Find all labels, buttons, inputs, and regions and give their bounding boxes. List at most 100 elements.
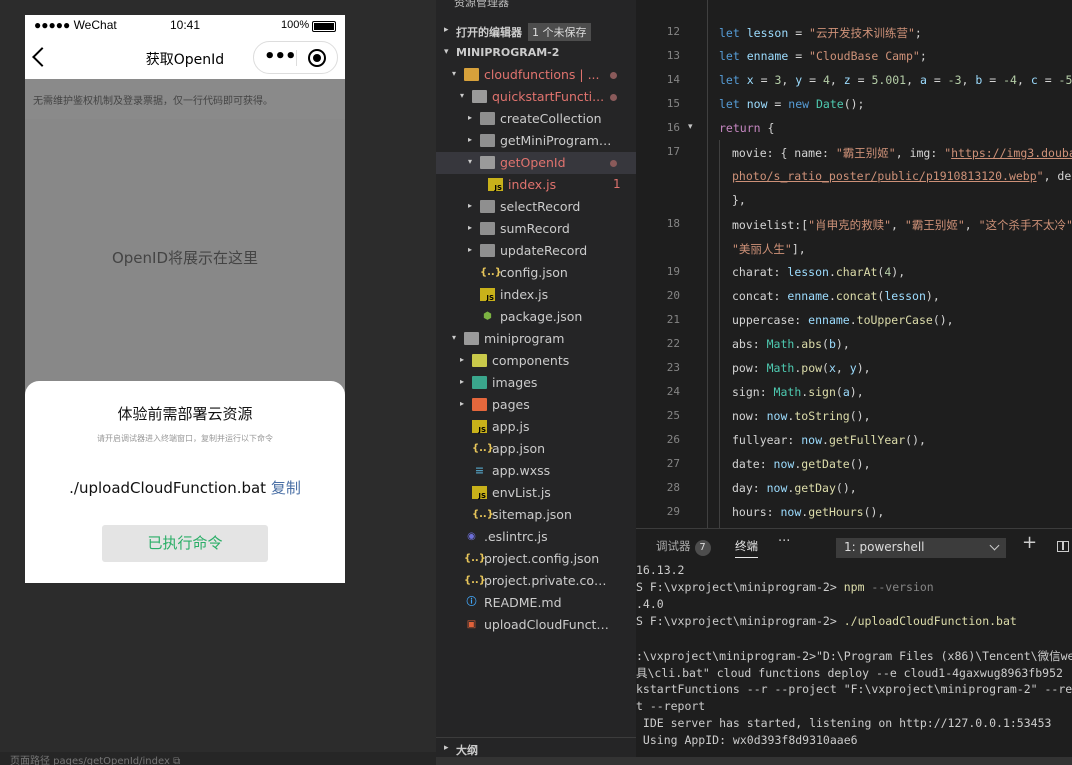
tree-item[interactable]: ▸ updateRecord (436, 240, 636, 262)
tree-item[interactable]: {..} app.json (436, 438, 636, 460)
project-section[interactable]: ▾ MINIPROGRAM-2 (436, 42, 636, 64)
modified-dot-icon (610, 72, 617, 79)
tree-item[interactable]: ◉ .eslintrc.js (436, 526, 636, 548)
tree-item[interactable]: JS app.js (436, 416, 636, 438)
tree-item-label: .eslintrc.js (484, 529, 548, 544)
tree-item[interactable]: {..} project.config.json (436, 548, 636, 570)
simulator-bottom-bar: 页面路径 pages/getOpenId/index ⧉ (0, 752, 436, 765)
code-text: movielist:["肖申克的救赎", "霸王别姬", "这个杀手不太冷" (732, 218, 1072, 232)
code-text: date: now.getDate(), (732, 457, 871, 471)
json-file-icon: {..} (464, 575, 486, 586)
tree-item[interactable]: ▾ quickstartFuncti... (436, 86, 636, 108)
tree-item[interactable]: {..}project.private.config.js... (436, 570, 636, 592)
tree-item-label: sitemap.json (492, 507, 572, 522)
tree-item-label: envList.js (492, 485, 551, 500)
code-line: 19 charat: lesson.charAt(4), (636, 260, 1072, 284)
clock: 10:41 (170, 18, 201, 32)
pages-folder-icon (472, 398, 487, 411)
images-folder-icon (472, 376, 487, 389)
executed-command-button[interactable]: 已执行命令 (102, 525, 268, 562)
outline-section[interactable]: ▸ 大纲 (436, 737, 636, 759)
chevron-right-icon: ▸ (468, 245, 473, 254)
tree-item-label: project.config.json (484, 551, 600, 566)
terminal-line: S F:\vxproject\miniprogram-2> ./uploadCl… (636, 614, 1017, 628)
code-text: hours: now.getHours(), (732, 505, 885, 519)
tree-item[interactable]: JS index.js 1 (436, 174, 636, 196)
chevron-right-icon: ▸ (460, 377, 465, 386)
project-label: MINIPROGRAM-2 (456, 46, 560, 59)
json-file-icon: {..} (464, 553, 486, 564)
package-icon: ⬢ (483, 311, 492, 322)
tree-item-label: getOpenId (500, 155, 566, 170)
code-text: return { (719, 121, 775, 135)
tree-item[interactable]: ▸ images (436, 372, 636, 394)
folder-icon (480, 134, 495, 147)
tree-item-label: cloudfunctions | ... (484, 67, 600, 82)
code-editor[interactable]: ▾ 12 let lesson = "云开发技术训练营"; 13 let enname… (636, 0, 1072, 528)
simulator-panel: ●●●●● WeChat 10:41 100% 获取OpenId ••• 无需维… (0, 0, 436, 765)
tree-item[interactable]: {..} config.json (436, 262, 636, 284)
tree-item-label: miniprogram (484, 331, 565, 346)
tree-item[interactable]: ▸ getMiniProgramCode (436, 130, 636, 152)
code-line: 13 let enname = "CloudBase Camp"; (636, 44, 1072, 68)
tree-item[interactable]: JS envList.js (436, 482, 636, 504)
tree-item[interactable]: JS index.js (436, 284, 636, 306)
tree-item[interactable]: ⓘ README.md (436, 592, 636, 614)
line-number: 20 (666, 289, 680, 302)
tree-item-label: components (492, 353, 570, 368)
line-number: 16 (666, 121, 680, 134)
tree-item[interactable]: ▣ uploadCloudFunction.... (436, 614, 636, 636)
terminal-text: S F:\vxproject\miniprogram-2> (636, 614, 844, 628)
code-text: let now = new Date(); (719, 97, 865, 111)
split-terminal-icon[interactable] (1057, 541, 1069, 552)
terminal-text: S F:\vxproject\miniprogram-2> (636, 580, 844, 594)
line-number: 19 (666, 265, 680, 278)
tab-debugger[interactable]: 调试器 7 (656, 538, 711, 556)
tree-item[interactable]: ▸ components (436, 350, 636, 372)
code-line: 23 pow: Math.pow(x, y), (636, 356, 1072, 380)
code-text: now: now.toString(), (732, 409, 871, 423)
more-dots-icon[interactable]: ••• (264, 46, 297, 67)
new-terminal-icon[interactable]: + (1022, 532, 1037, 553)
code-line: 26 fullyear: now.getFullYear(), (636, 428, 1072, 452)
tab-terminal[interactable]: 终端 (735, 538, 758, 558)
tree-item[interactable]: ▸ createCollection (436, 108, 636, 130)
tree-item[interactable]: ▾ cloudfunctions | ... (436, 64, 636, 86)
shell-select[interactable]: 1: powershell (836, 538, 1006, 558)
tree-item[interactable]: ⬢ package.json (436, 306, 636, 328)
chevron-right-icon: ▸ (444, 25, 449, 35)
chevron-right-icon: ▸ (460, 355, 465, 364)
tree-item[interactable]: ▸ pages (436, 394, 636, 416)
explorer-more-icon[interactable]: ··· (602, 0, 615, 8)
line-number: 22 (666, 337, 680, 350)
code-line: 20 concat: enname.concat(lesson), (636, 284, 1072, 308)
chevron-right-icon: ▸ (468, 135, 473, 144)
terminal-text: t --report (636, 699, 706, 713)
sheet-subtitle: 请开启调试器进入终端窗口，复制并运行以下命令 (97, 434, 273, 443)
chevron-right-icon: ▸ (468, 113, 473, 122)
tree-item[interactable]: ▸ selectRecord (436, 196, 636, 218)
tree-item[interactable]: ▸ sumRecord (436, 218, 636, 240)
close-target-icon[interactable] (308, 49, 326, 67)
tree-item[interactable]: {..} sitemap.json (436, 504, 636, 526)
copy-link[interactable]: 复制 (271, 479, 301, 497)
open-editors-section[interactable]: ▸ 打开的编辑器 1 个未保存 (436, 20, 636, 42)
terminal-more-icon[interactable]: ··· (778, 534, 790, 549)
terminal-command: npm (843, 580, 865, 594)
line-number: 24 (666, 385, 680, 398)
terminal-command: ./uploadCloudFunction.bat (843, 614, 1017, 628)
line-number: 28 (666, 481, 680, 494)
tree-item[interactable]: ≡ app.wxss (436, 460, 636, 482)
js-file-icon: JS (480, 288, 495, 302)
line-number: 17 (666, 145, 680, 158)
code-text: uppercase: enname.toUpperCase(), (732, 313, 954, 327)
code-text: abs: Math.abs(b), (732, 337, 850, 351)
folder-icon (480, 200, 495, 213)
folder-open-icon (464, 332, 479, 345)
tree-item[interactable]: ▾ getOpenId (436, 152, 636, 174)
code-line: 27 date: now.getDate(), (636, 452, 1072, 476)
tree-item[interactable]: ▾ miniprogram (436, 328, 636, 350)
outline-label: 大纲 (456, 744, 478, 757)
code-line: 28 day: now.getDay(), (636, 476, 1072, 500)
code-line: 12 let lesson = "云开发技术训练营"; (636, 20, 1072, 44)
